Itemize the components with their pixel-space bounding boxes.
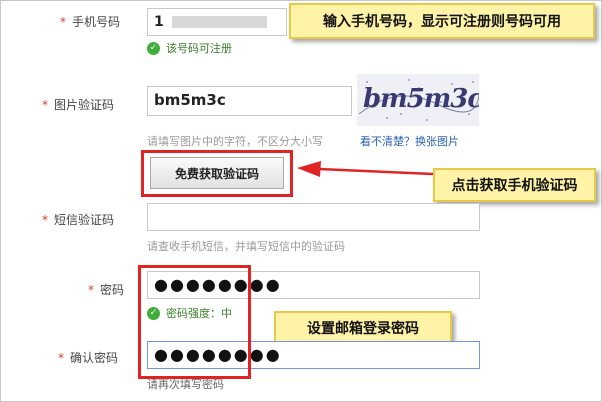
password-label-text: 密码 xyxy=(100,283,125,297)
annotation-phone: 输入手机号码，显示可注册则号码可用 xyxy=(289,3,595,39)
sms-label: * 短信验证码 xyxy=(42,211,114,228)
phone-label: * 手机号码 xyxy=(60,13,120,30)
refresh-prefix: 看不清楚？ xyxy=(360,135,415,148)
captcha-value: bm5m3c xyxy=(154,91,226,109)
sms-label-text: 短信验证码 xyxy=(54,213,115,227)
phone-status: ✓ 该号码可注册 xyxy=(147,40,232,56)
phone-value-redacted xyxy=(172,16,268,28)
highlight-get-code xyxy=(141,150,293,197)
red-arrow-icon xyxy=(297,161,434,177)
required-mark: * xyxy=(42,213,48,227)
annotation-password-text: 设置邮箱登录密码 xyxy=(307,321,419,337)
check-icon: ✓ xyxy=(147,41,160,55)
captcha-hint: 请填写图片中的字符，不区分大小写 xyxy=(147,135,323,148)
highlight-passwords xyxy=(138,265,251,379)
phone-status-text: 该号码可注册 xyxy=(166,42,232,55)
phone-label-text: 手机号码 xyxy=(72,15,121,29)
captcha-image[interactable]: bm5m3c xyxy=(357,74,479,126)
required-mark: * xyxy=(88,283,94,297)
sms-hint: 请查收手机短信，并填写短信中的验证码 xyxy=(147,240,345,253)
sms-code-input[interactable] xyxy=(147,203,480,231)
annotation-password: 设置邮箱登录密码 xyxy=(274,311,452,345)
captcha-input[interactable]: bm5m3c xyxy=(147,86,352,116)
phone-input[interactable]: 1 xyxy=(147,8,287,36)
password-label: * 密码 xyxy=(88,281,124,298)
captcha-label: * 图片验证码 xyxy=(42,96,114,113)
required-mark: * xyxy=(58,351,64,365)
annotation-get-code: 点击获取手机验证码 xyxy=(433,168,596,202)
confirm-label-text: 确认密码 xyxy=(70,351,119,365)
required-mark: * xyxy=(42,98,48,112)
confirm-label: * 确认密码 xyxy=(58,349,118,366)
refresh-captcha-link[interactable]: 换张图片 xyxy=(415,135,459,148)
captcha-image-text: bm5m3c xyxy=(363,84,479,114)
annotation-phone-text: 输入手机号码，显示可注册则号码可用 xyxy=(323,14,561,30)
phone-value: 1 xyxy=(154,14,164,30)
captcha-label-text: 图片验证码 xyxy=(54,98,115,112)
annotation-get-code-text: 点击获取手机验证码 xyxy=(451,178,578,194)
captcha-refresh: 看不清楚？换张图片 xyxy=(360,133,459,149)
required-mark: * xyxy=(60,15,66,29)
